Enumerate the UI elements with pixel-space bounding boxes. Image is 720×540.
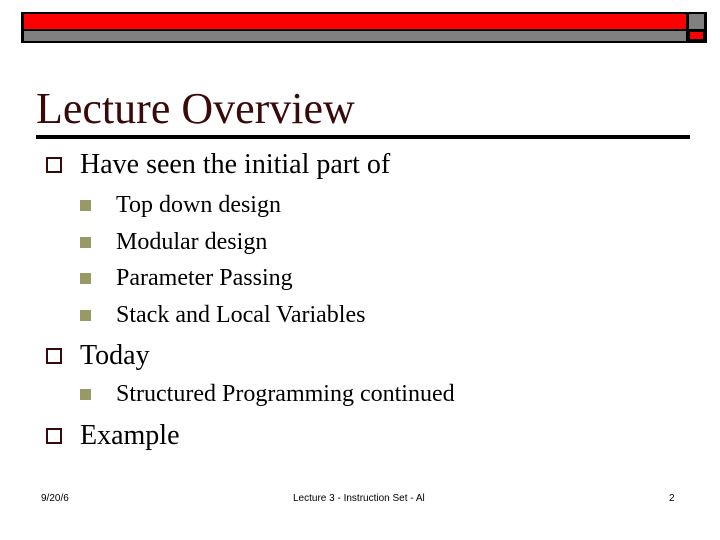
sub-bullet-text: Stack and Local Variables — [116, 302, 366, 328]
hollow-square-bullet-icon — [46, 348, 62, 364]
title-underline — [36, 135, 690, 139]
bullet-text: Today — [80, 340, 150, 371]
filled-square-bullet-icon — [80, 389, 91, 400]
sub-bullet-text: Structured Programming continued — [116, 381, 455, 407]
sub-bullet-text: Modular design — [116, 229, 268, 255]
filled-square-bullet-icon — [80, 310, 91, 321]
bullet-text: Have seen the initial part of — [80, 149, 391, 180]
hollow-square-bullet-icon — [46, 428, 62, 444]
filled-square-bullet-icon — [80, 237, 91, 248]
gray-band — [24, 31, 686, 41]
slide-title: Lecture Overview — [36, 84, 355, 133]
hollow-square-bullet-icon — [46, 157, 62, 173]
footer-title: Lecture 3 - Instruction Set - Al — [293, 493, 425, 504]
footer-date: 9/20/6 — [41, 493, 69, 504]
sub-bullet-text: Top down design — [116, 192, 281, 218]
red-square — [690, 32, 703, 39]
sub-bullet-text: Parameter Passing — [116, 265, 293, 291]
page-number: 2 — [669, 493, 675, 504]
bullet-text: Example — [80, 420, 180, 451]
filled-square-bullet-icon — [80, 273, 91, 284]
red-band — [24, 14, 686, 29]
header-decoration-bar — [21, 12, 707, 43]
gray-square — [689, 14, 704, 29]
filled-square-bullet-icon — [80, 200, 91, 211]
